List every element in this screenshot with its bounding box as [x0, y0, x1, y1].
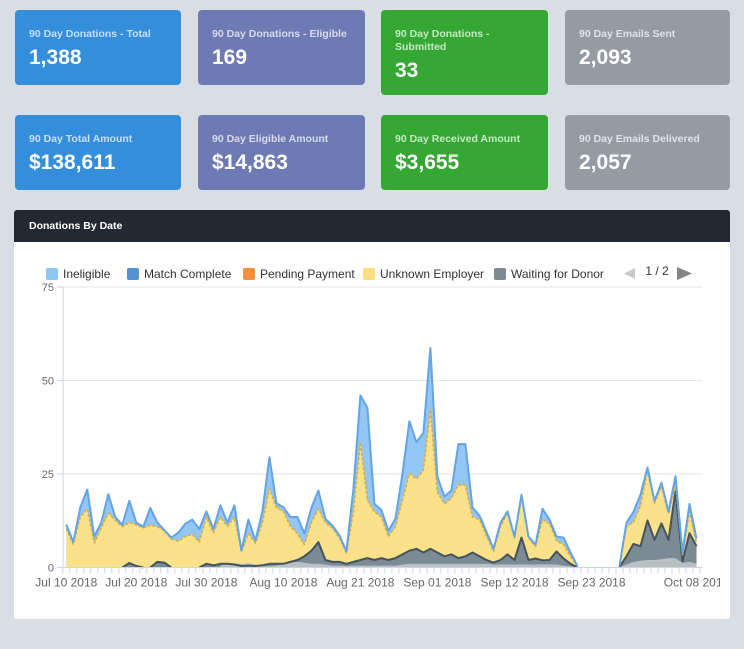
- svg-text:Sep 12 2018: Sep 12 2018: [480, 576, 548, 590]
- svg-text:Aug 10 2018: Aug 10 2018: [249, 576, 317, 590]
- svg-text:25: 25: [42, 469, 54, 481]
- svg-text:Jul 30 2018: Jul 30 2018: [175, 576, 237, 590]
- svg-text:75: 75: [42, 282, 54, 294]
- svg-text:Aug 21 2018: Aug 21 2018: [326, 576, 394, 590]
- svg-text:Sep 23 2018: Sep 23 2018: [557, 576, 625, 590]
- svg-text:Jul 10 2018: Jul 10 2018: [35, 576, 97, 590]
- svg-text:Oct 08 2018: Oct 08 2018: [664, 576, 720, 590]
- svg-text:50: 50: [42, 376, 54, 388]
- svg-text:Sep 01 2018: Sep 01 2018: [403, 576, 471, 590]
- svg-text:Jul 20 2018: Jul 20 2018: [105, 576, 167, 590]
- svg-text:0: 0: [48, 563, 54, 575]
